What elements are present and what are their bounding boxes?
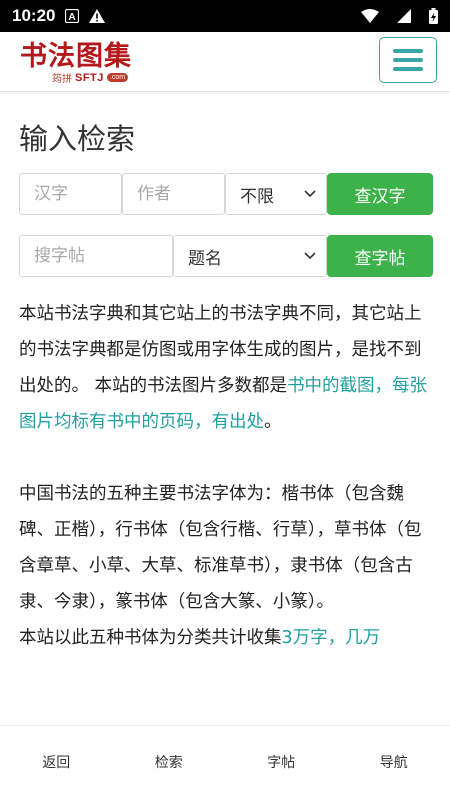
site-logo[interactable]: 书法图集 筠拼 SFTJ .com [20,42,145,86]
tie-search-input[interactable] [19,235,173,277]
tie-select-value: 题名 [188,248,222,269]
warning-icon [89,9,106,23]
chevron-down-icon [304,252,316,260]
intro-text: 本站书法字典和其它站上的书法字典不同，其它站上的书法字典都是仿图或用字体生成的图… [19,296,433,656]
search-char-button[interactable]: 查汉字 [327,173,433,215]
keyboard-a-icon: A [65,9,80,23]
logo-abbr: SFTJ [75,71,104,84]
tie-search-row: 题名 查字帖 [19,235,433,277]
char-input[interactable] [19,173,122,215]
logo-text: 书法图集 [20,41,132,72]
chevron-down-icon [304,190,316,198]
menu-button[interactable] [379,37,437,83]
intro-p3-text: 本站以此五种书体为分类共计收集 [19,628,282,648]
style-select[interactable]: 不限 [225,173,327,215]
nav-back[interactable]: 返回 [0,726,113,800]
hamburger-menu-icon [393,49,423,71]
site-header: 书法图集 筠拼 SFTJ .com [0,32,450,92]
intro-paragraph-2: 中国书法的五种主要书法字体为：楷书体（包含魏碑、正楷），行书体（包含行楷、行草）… [19,484,422,612]
author-input[interactable] [122,173,225,215]
intro-paragraph-1: 本站书法字典和其它站上的书法字典不同，其它站上的书法字典都是仿图或用字体生成的图… [19,296,433,440]
wifi-icon [361,9,379,23]
intro-p3-link[interactable]: 3万字，几万 [282,628,381,648]
status-time: 10:20 [12,6,56,25]
status-bar: 10:20 A [0,0,450,32]
svg-text:A: A [69,12,76,23]
tie-type-select[interactable]: 题名 [173,235,327,277]
intro-paragraph-3: 本站以此五种书体为分类共计收集3万字，几万 [19,620,433,656]
bottom-nav: 返回 检索 字帖 导航 [0,725,450,800]
intro-p1-end: 。 [264,412,282,432]
search-tie-button[interactable]: 查字帖 [327,235,433,277]
logo-pinyin: 筠拼 [52,74,72,85]
char-search-row: 不限 查汉字 [19,173,433,215]
logo-subline: 筠拼 SFTJ .com [52,70,129,85]
nav-search[interactable]: 检索 [113,726,226,800]
main-content: 输入检索 不限 查汉字 题名 查字帖 本站书法字典和其它站上的书法字典不同，其它… [0,93,450,725]
nav-tie[interactable]: 字帖 [225,726,338,800]
signal-icon [397,9,411,23]
style-select-value: 不限 [240,186,274,207]
nav-navigation[interactable]: 导航 [338,726,450,800]
logo-domain: .com [106,73,129,82]
page-title: 输入检索 [19,122,136,156]
battery-icon [429,8,438,24]
